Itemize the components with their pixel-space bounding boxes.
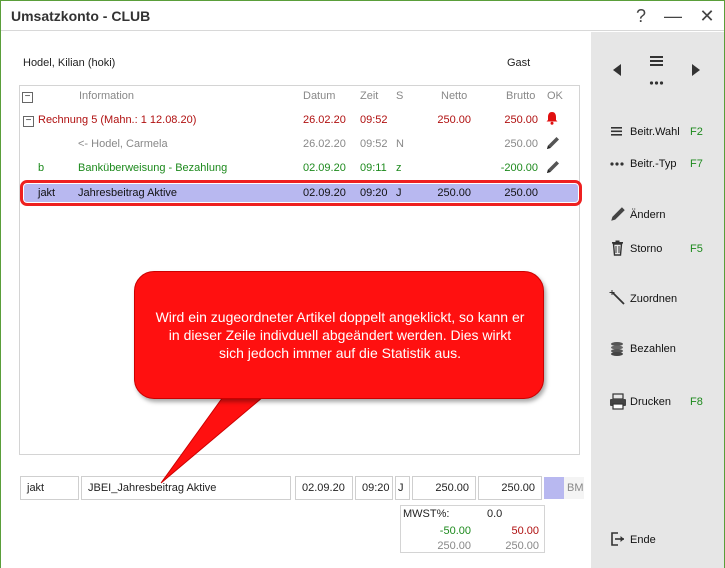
collapse-row-toggle[interactable]: − — [23, 116, 34, 127]
collapse-all-toggle[interactable]: − — [22, 92, 33, 103]
row-info: Rechnung 5 (Mahn.: 1 12.08.20) — [38, 114, 197, 126]
row-code: b — [38, 162, 45, 174]
row-code: jakt — [38, 187, 56, 199]
callout-box: Wird ein zugeordneter Artikel doppelt an… — [134, 271, 544, 399]
row-info: Jahresbeitrag Aktive — [78, 187, 178, 199]
edit-info-field[interactable]: JBEI_Jahresbeitrag Aktive — [81, 476, 291, 500]
member-status: Gast — [507, 57, 531, 69]
col-header-zeit: Zeit — [360, 90, 379, 102]
col-header-brutto: Brutto — [506, 90, 536, 102]
col-header-netto: Netto — [441, 90, 468, 102]
window: Umsatzkonto - CLUB ? — ✕ Hodel, Kilian (… — [0, 0, 725, 568]
mwst-label: MWST%: — [403, 508, 450, 520]
mwst-summary: MWST%: 0.0 -50.00 50.00 250.00 250.00 — [400, 505, 545, 553]
edit-datum-field[interactable]: 02.09.20 — [295, 476, 353, 500]
col-header-ok: OK — [547, 90, 563, 102]
mwst-rate: 0.0 — [487, 508, 503, 520]
edit-brutto-field[interactable]: 250.00 — [478, 476, 542, 500]
row-netto: 250.00 — [437, 114, 471, 126]
close-button[interactable]: ✕ — [695, 4, 719, 28]
minimize-button[interactable]: — — [661, 4, 685, 28]
table-row-selected[interactable]: jakt Jahresbeitrag Aktive 02.09.20 09:20… — [20, 180, 582, 206]
trash-icon — [609, 239, 627, 257]
mwst-brutto-diff: 50.00 — [511, 525, 539, 537]
row-datum: 02.09.20 — [303, 187, 346, 199]
pencil-icon — [609, 205, 627, 223]
help-button[interactable]: ? — [629, 4, 653, 28]
row-zeit: 09:20 — [360, 187, 388, 199]
row-info: Banküberweisung - Bezahlung — [78, 162, 228, 174]
callout-text: Wird ein zugeordneter Artikel doppelt an… — [155, 309, 525, 361]
row-brutto: 250.00 — [504, 114, 538, 126]
row-zeit: 09:11 — [360, 162, 387, 174]
exit-icon — [609, 530, 627, 548]
magic-wand-icon — [609, 289, 627, 307]
pencil-icon[interactable] — [545, 159, 561, 178]
pencil-icon[interactable] — [545, 135, 561, 154]
bm-field[interactable]: BM — [564, 477, 584, 499]
edit-zeit-field[interactable]: 09:20 — [355, 476, 393, 500]
edit-code-field[interactable]: jakt — [20, 476, 79, 500]
row-brutto: -200.00 — [500, 162, 538, 174]
bell-icon — [545, 111, 559, 128]
row-s: N — [396, 138, 404, 150]
mwst-brutto-total: 250.00 — [505, 540, 539, 552]
row-datum: 26.02.20 — [303, 114, 346, 126]
table-row[interactable]: <- Hodel, Carmela 26.02.20 09:52 N 250.0… — [20, 133, 579, 157]
next-arrow-icon[interactable] — [691, 63, 701, 80]
row-datum: 02.09.20 — [303, 162, 346, 174]
row-zeit: 09:52 — [360, 138, 388, 150]
row-brutto: 250.00 — [504, 187, 538, 199]
menu-icon[interactable] — [649, 54, 665, 89]
row-netto: 250.00 — [437, 187, 471, 199]
mwst-netto-diff: -50.00 — [439, 525, 471, 537]
row-datum: 26.02.20 — [303, 138, 346, 150]
table-row[interactable]: − Rechnung 5 (Mahn.: 1 12.08.20) 26.02.2… — [20, 109, 579, 133]
more-dots-icon — [609, 154, 627, 172]
edit-netto-field[interactable]: 250.00 — [412, 476, 476, 500]
row-zeit: 09:52 — [360, 114, 388, 126]
title-bar: Umsatzkonto - CLUB ? — ✕ — [1, 1, 724, 31]
color-swatch[interactable] — [544, 477, 564, 499]
printer-icon — [609, 392, 627, 410]
mwst-netto-total: 250.00 — [437, 540, 471, 552]
row-s: J — [396, 187, 402, 199]
window-title: Umsatzkonto - CLUB — [11, 8, 151, 24]
edit-s-field[interactable]: J — [395, 476, 410, 500]
prev-arrow-icon[interactable] — [612, 63, 622, 80]
coins-icon — [609, 339, 627, 357]
table-row[interactable]: b Banküberweisung - Bezahlung 02.09.20 0… — [20, 157, 579, 181]
row-brutto: 250.00 — [504, 138, 538, 150]
col-header-information: Information — [79, 90, 135, 102]
row-info: <- Hodel, Carmela — [78, 138, 168, 150]
member-name: Hodel, Kilian (hoki) — [23, 57, 116, 69]
col-header-datum: Datum — [303, 90, 336, 102]
col-header-s: S — [396, 90, 404, 102]
list-icon — [609, 122, 627, 140]
row-s: z — [396, 162, 402, 174]
